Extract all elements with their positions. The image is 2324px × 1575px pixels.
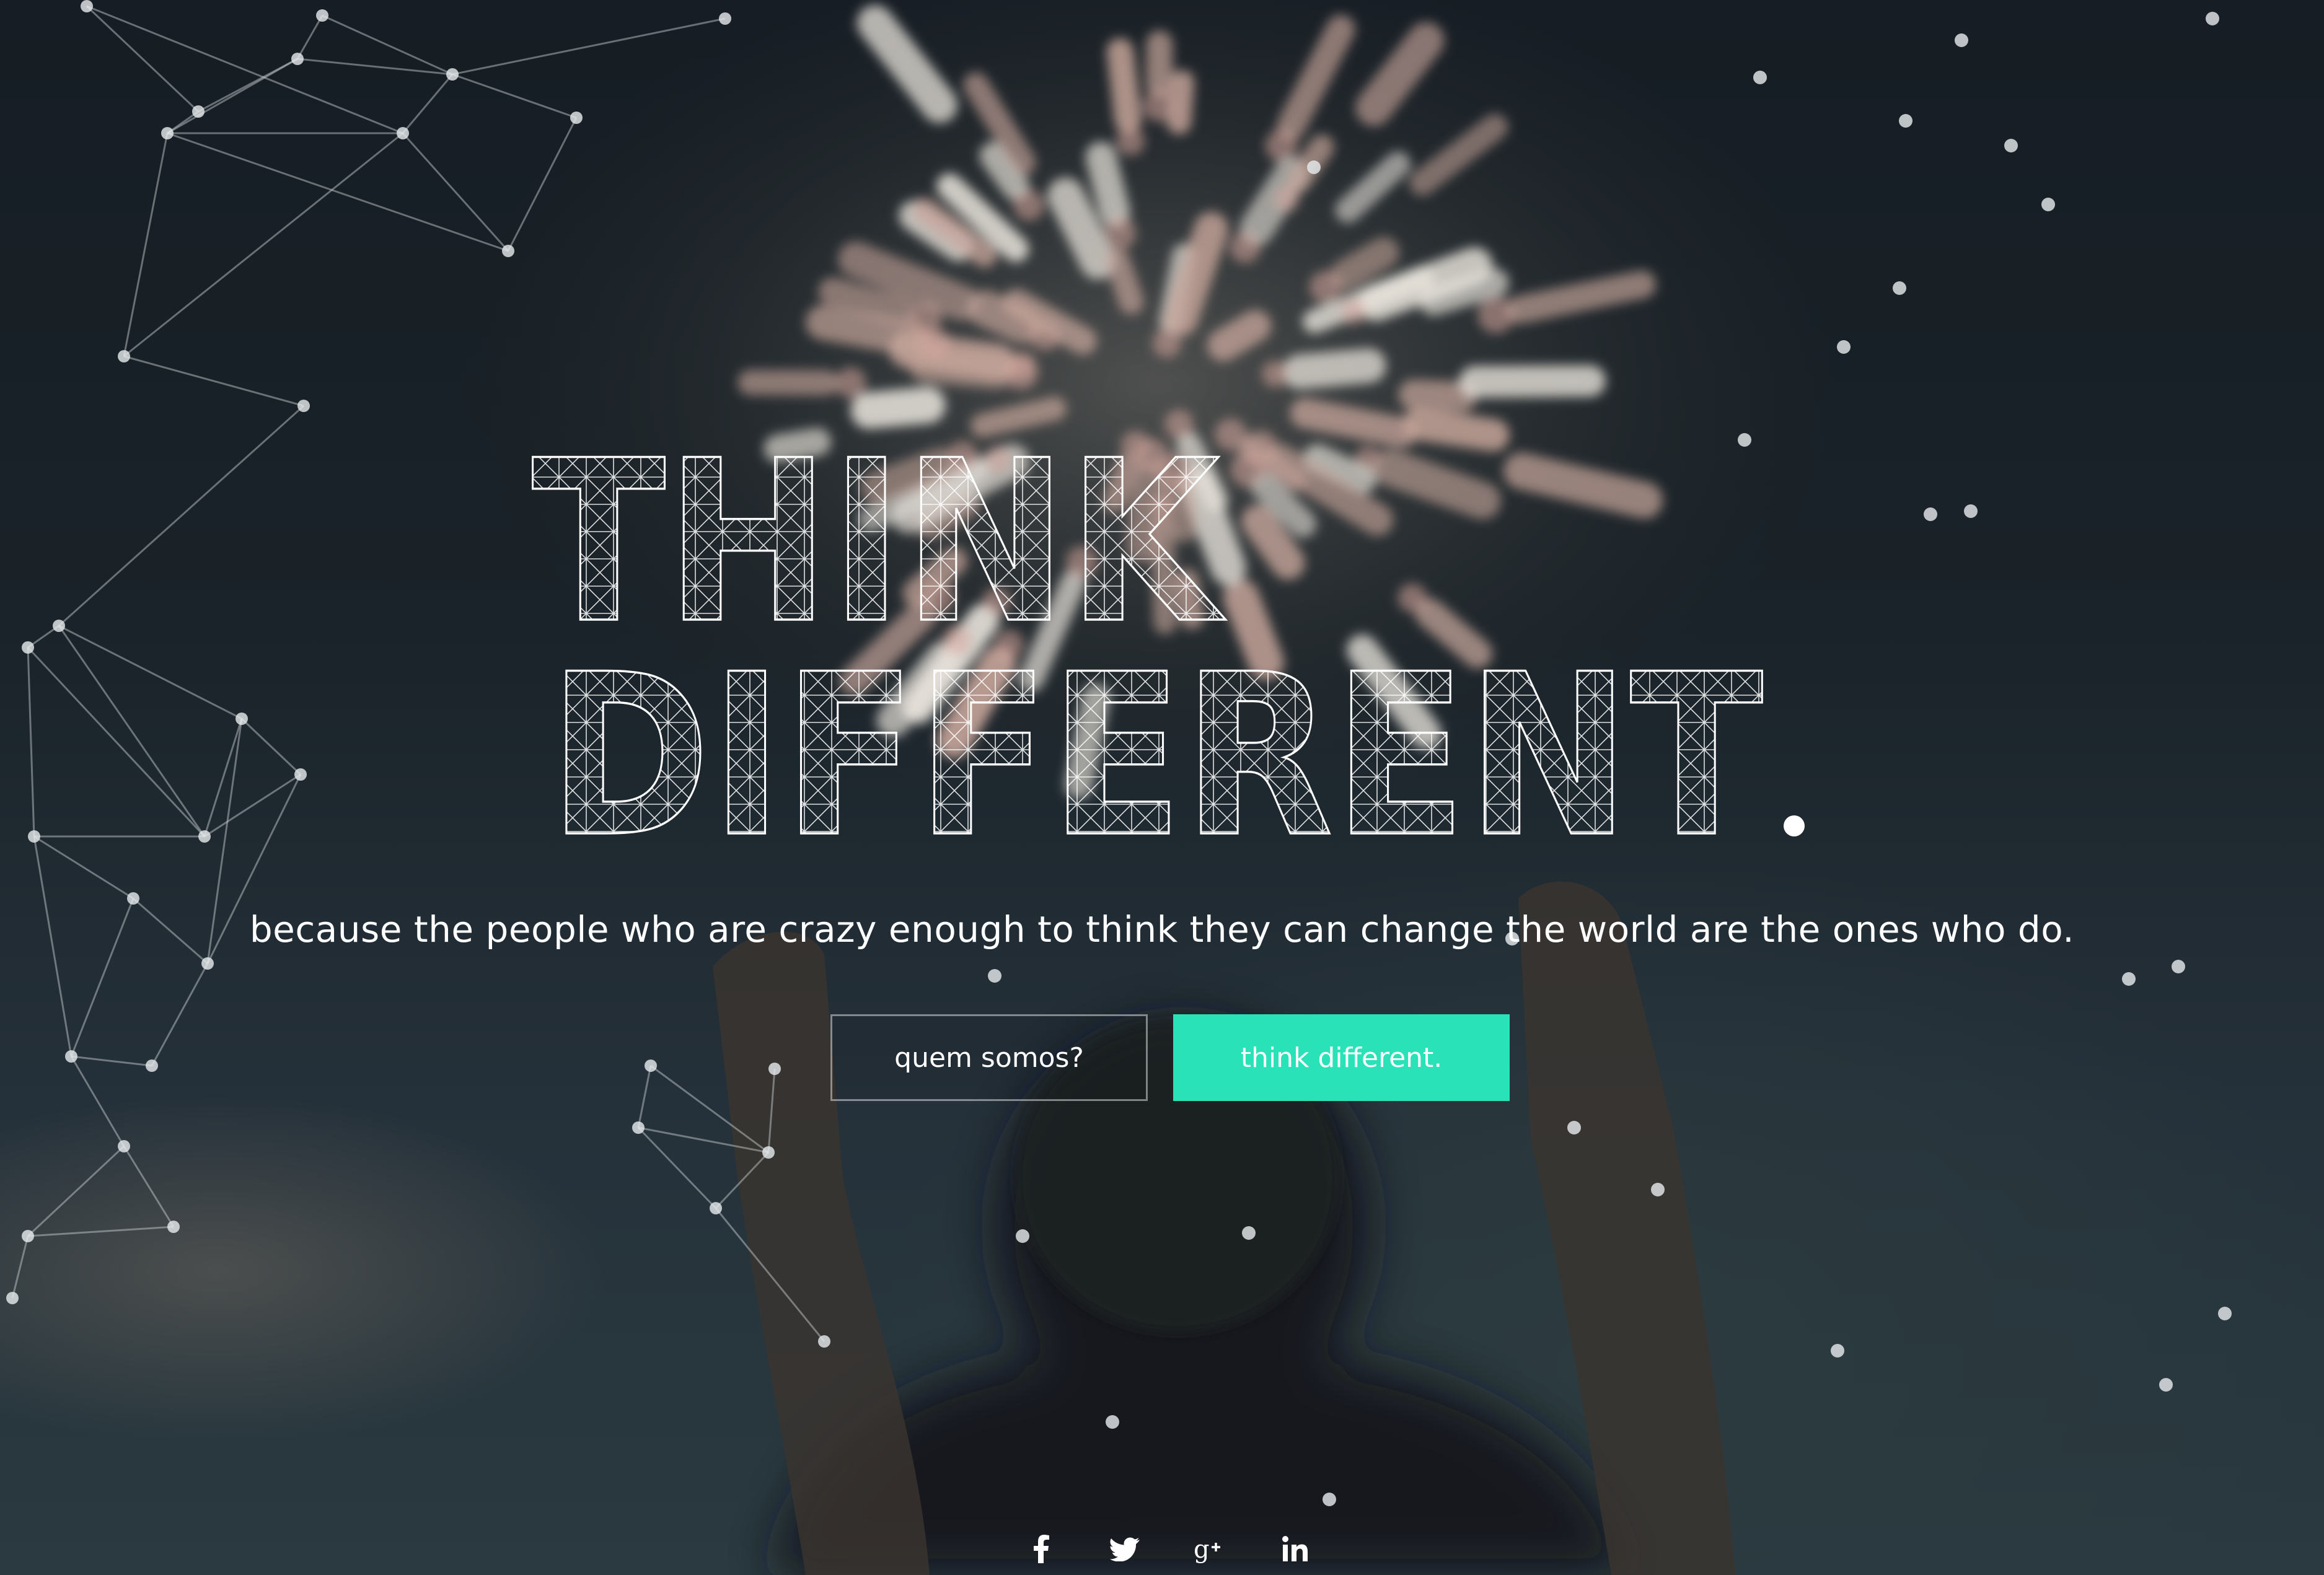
hero-section: THINK DIFFERENT because the people who a… [0,0,2324,1575]
facebook-icon[interactable] [1023,1530,1060,1568]
headline-dot [1784,815,1805,836]
headline-line2: DIFFERENT [548,626,1764,867]
social-links: g [0,1530,2324,1568]
linkedin-icon[interactable] [1277,1530,1314,1568]
tagline: because the people who are crazy enough … [249,908,2075,950]
about-button[interactable]: quem somos? [830,1014,1148,1101]
svg-text:g: g [1194,1535,1210,1564]
think-different-button[interactable]: think different. [1173,1014,1510,1101]
twitter-icon[interactable] [1106,1530,1143,1568]
google-plus-icon[interactable]: g [1191,1530,1228,1568]
headline-graphic: THINK DIFFERENT [530,411,1805,867]
